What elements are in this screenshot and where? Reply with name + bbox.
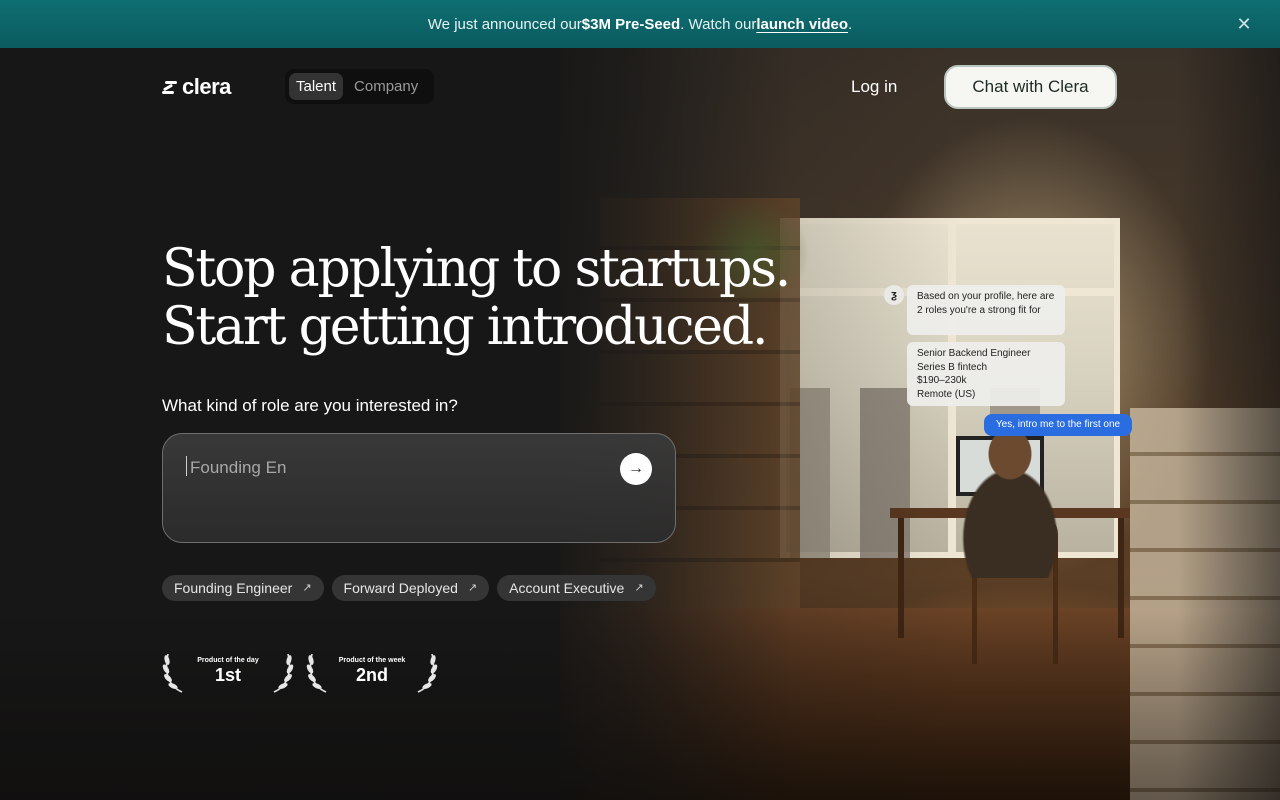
arrow-up-right-icon: ↗	[467, 582, 478, 594]
chat-with-clera-button[interactable]: Chat with Clera	[944, 65, 1117, 109]
arrow-right-icon[interactable]: →	[620, 453, 652, 485]
laurel-icon	[273, 653, 294, 693]
announcement-prefix: We just announced our	[427, 15, 582, 33]
arrow-up-right-icon: ↗	[634, 582, 644, 594]
award-product-of-the-day: Product of the day 1st	[162, 648, 294, 694]
user-reply: Yes, intro me to the first one	[984, 414, 1132, 436]
logo-text: clera	[182, 74, 231, 99]
login-link[interactable]: Log in	[851, 77, 897, 97]
toggle-talent[interactable]: Talent	[289, 73, 344, 100]
chip-account-executive[interactable]: Account Executive ↗	[497, 575, 656, 601]
announcement-middle: . Watch our	[680, 15, 757, 33]
role-title: Senior Backend Engineer	[917, 348, 1031, 359]
text-caret	[186, 456, 187, 476]
headline-line-2: Start getting introduced.	[162, 297, 768, 357]
top-nav: clera Talent Company Log in Chat with Cl…	[0, 48, 1280, 128]
chip-forward-deployed[interactable]: Forward Deployed ↗	[331, 575, 490, 601]
role-company: Series B fintech	[917, 361, 988, 373]
launch-video-link[interactable]: launch video	[756, 16, 848, 33]
headline-line-1: Stop applying to startups.	[162, 239, 791, 299]
chip-label: Founding Engineer	[174, 580, 293, 596]
bot-message: Based on your profile, here are 2 roles …	[907, 285, 1065, 335]
role-card: Senior Backend Engineer Series B fintech…	[907, 342, 1065, 406]
role-input-value[interactable]: Founding En	[190, 458, 286, 478]
announcement-suffix: .	[848, 15, 853, 33]
hero-headline: Stop applying to startups. Start getting…	[162, 239, 791, 357]
role-question: What kind of role are you interested in?	[162, 396, 458, 415]
logo-mark-icon	[162, 79, 177, 95]
role-input[interactable]: Founding En →	[162, 433, 676, 543]
chip-founding-engineer[interactable]: Founding Engineer ↗	[162, 575, 324, 601]
chip-label: Account Executive	[509, 580, 625, 596]
toggle-company[interactable]: Company	[347, 73, 425, 100]
award-badges: Product of the day 1st Product of the we…	[162, 648, 438, 694]
announcement-bar: We just announced our $3M Pre-Seed . Wat…	[0, 0, 1280, 48]
close-icon[interactable]: ✕	[1234, 14, 1254, 34]
role-salary: $190–230k	[917, 375, 967, 386]
audience-toggle: Talent Company	[285, 69, 434, 104]
laurel-icon	[417, 653, 438, 693]
announcement-highlight: $3M Pre-Seed	[581, 15, 681, 33]
arrow-up-right-icon: ↗	[302, 582, 312, 594]
chip-label: Forward Deployed	[343, 580, 458, 596]
role-suggestions: Founding Engineer ↗ Forward Deployed ↗ A…	[162, 575, 656, 601]
award-product-of-the-week: Product of the week 2nd	[306, 648, 438, 694]
role-location: Remote (US)	[917, 388, 976, 400]
clera-bot-icon: ƺ	[884, 285, 904, 305]
clera-logo[interactable]: clera	[162, 74, 231, 100]
